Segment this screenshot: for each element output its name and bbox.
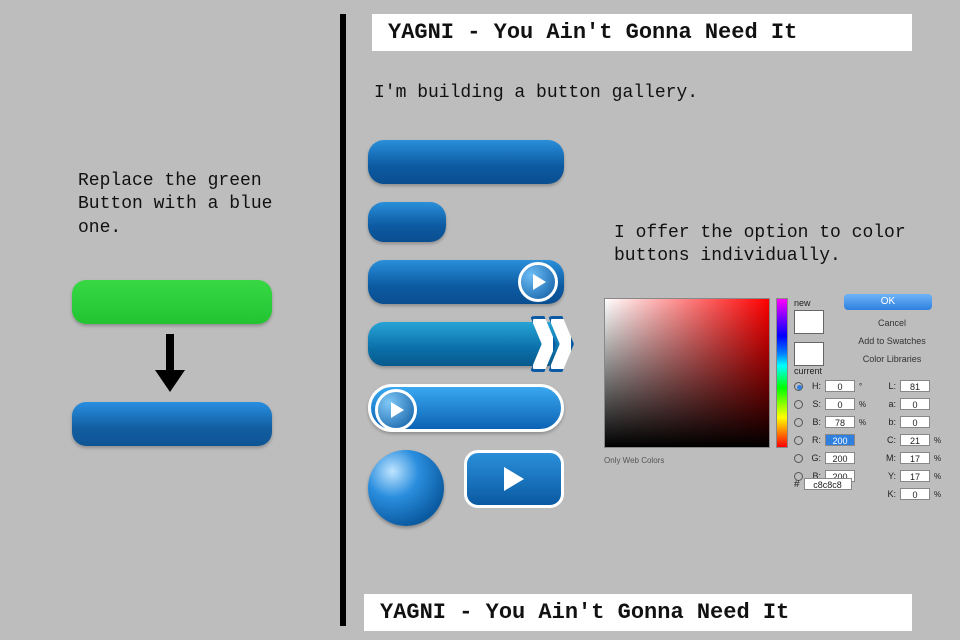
label-r: R:: [807, 435, 821, 445]
label-M: M:: [878, 453, 896, 463]
gallery-button-small[interactable]: [368, 202, 446, 242]
swatch-new-box: [794, 310, 824, 334]
label-C: C:: [878, 435, 896, 445]
left-panel: Replace the green Button with a blue one…: [0, 0, 340, 640]
swatch-current-label: current: [794, 366, 824, 376]
input-L[interactable]: 81: [900, 380, 930, 392]
option-caption: I offer the option to color buttons indi…: [614, 222, 934, 269]
gallery-button-rect-play[interactable]: [464, 450, 564, 508]
input-M[interactable]: 17: [900, 452, 930, 464]
input-s[interactable]: 0: [825, 398, 855, 410]
blue-button[interactable]: [72, 402, 272, 446]
color-gradient[interactable]: [604, 298, 770, 448]
input-r[interactable]: 200: [825, 434, 855, 446]
title-top: YAGNI - You Ain't Gonna Need It: [372, 14, 912, 51]
radio-r[interactable]: [794, 436, 803, 445]
unit-pct: %: [934, 472, 944, 481]
title-bottom: YAGNI - You Ain't Gonna Need It: [364, 594, 912, 631]
play-icon: [504, 467, 524, 491]
swatch-current-box: [794, 342, 824, 366]
input-bL[interactable]: 0: [900, 416, 930, 428]
label-a: a:: [878, 399, 896, 409]
label-K: K:: [878, 489, 896, 499]
label-s: S:: [807, 399, 821, 409]
gallery-button-play-right[interactable]: [368, 260, 564, 304]
input-hex[interactable]: c8c8c8: [804, 478, 852, 490]
unit-deg: °: [859, 382, 869, 391]
ok-button[interactable]: OK: [844, 294, 932, 310]
hash-label: #: [794, 479, 800, 490]
radio-g[interactable]: [794, 454, 803, 463]
gallery-button-orb[interactable]: [368, 450, 444, 526]
button-gallery: [368, 140, 564, 526]
input-K[interactable]: 0: [900, 488, 930, 500]
input-C[interactable]: 21: [900, 434, 930, 446]
gallery-caption: I'm building a button gallery.: [374, 82, 698, 105]
gallery-button-wide[interactable]: [368, 140, 564, 184]
hex-row: # c8c8c8: [794, 478, 852, 490]
play-icon: [518, 262, 558, 302]
label-g: G:: [807, 453, 821, 463]
chevron-right-icon: [538, 316, 574, 372]
unit-pct: %: [859, 418, 869, 427]
input-Y[interactable]: 17: [900, 470, 930, 482]
swatch-current: current: [794, 342, 824, 376]
label-L: L:: [878, 381, 896, 391]
swatch-new: new: [794, 298, 824, 334]
radio-b[interactable]: [794, 418, 803, 427]
gallery-button-play-left[interactable]: [368, 384, 564, 432]
color-picker: new current Only Web Colors OK Cancel Ad…: [604, 298, 944, 498]
right-panel: YAGNI - You Ain't Gonna Need It I'm buil…: [346, 0, 960, 640]
unit-pct: %: [934, 436, 944, 445]
hue-slider[interactable]: [776, 298, 788, 448]
unit-pct: %: [859, 400, 869, 409]
unit-pct: %: [934, 490, 944, 499]
cancel-button[interactable]: Cancel: [844, 318, 940, 328]
input-a[interactable]: 0: [900, 398, 930, 410]
label-Y: Y:: [878, 471, 896, 481]
label-b: B:: [807, 417, 821, 427]
left-instruction: Replace the green Button with a blue one…: [78, 170, 308, 240]
swatch-new-label: new: [794, 298, 824, 308]
unit-pct: %: [934, 454, 944, 463]
label-h: H:: [807, 381, 821, 391]
input-g[interactable]: 200: [825, 452, 855, 464]
green-button[interactable]: [72, 280, 272, 324]
input-h[interactable]: 0: [825, 380, 855, 392]
play-icon: [375, 389, 417, 431]
add-to-swatches-button[interactable]: Add to Swatches: [844, 336, 940, 346]
label-bL: b:: [878, 417, 896, 427]
color-libraries-button[interactable]: Color Libraries: [844, 354, 940, 364]
only-web-colors-label: Only Web Colors: [604, 456, 664, 465]
radio-s[interactable]: [794, 400, 803, 409]
arrow-down-icon: [155, 334, 185, 394]
radio-h[interactable]: [794, 382, 803, 391]
input-bv[interactable]: 78: [825, 416, 855, 428]
gallery-button-chevrons[interactable]: [368, 322, 564, 366]
